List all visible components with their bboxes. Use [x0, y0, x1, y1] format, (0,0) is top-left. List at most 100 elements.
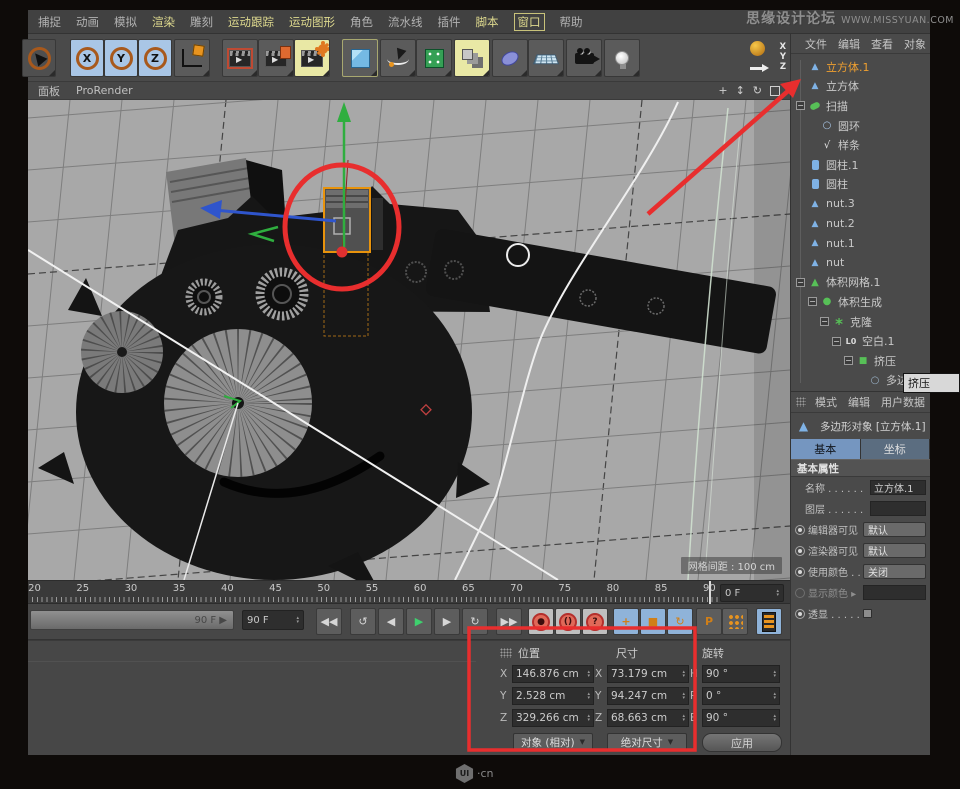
- lock-x-axis-button[interactable]: X: [70, 39, 104, 77]
- lock-y-axis-button[interactable]: Y: [104, 39, 138, 77]
- floor-button[interactable]: [528, 39, 564, 77]
- editor-visibility-radio[interactable]: [795, 525, 805, 535]
- object-tree-item[interactable]: − nut.3: [791, 194, 930, 214]
- position-z-field[interactable]: 329.266 cm▴▾: [512, 709, 594, 727]
- tab-coordinates[interactable]: 坐标: [861, 439, 931, 459]
- render-visibility-radio[interactable]: [795, 546, 805, 556]
- object-tree-item[interactable]: − nut.2: [791, 214, 930, 234]
- object-tree-item[interactable]: − 体积生成: [791, 292, 930, 312]
- use-color-radio[interactable]: [795, 567, 805, 577]
- camera-button[interactable]: [566, 39, 602, 77]
- menu-item[interactable]: 渲染: [152, 14, 175, 30]
- object-tree-item[interactable]: − 挤压: [791, 351, 930, 371]
- view-maximize-icon[interactable]: [770, 86, 780, 96]
- lock-z-axis-button[interactable]: Z: [138, 39, 172, 77]
- loop-button[interactable]: ↻: [462, 608, 488, 635]
- timeline-ruler[interactable]: 202530354045505560657075808590 0 F▴▾: [28, 580, 790, 604]
- tab-panel[interactable]: 面板: [38, 83, 60, 99]
- autokey-button[interactable]: (): [555, 608, 581, 635]
- display-color-radio[interactable]: [795, 588, 805, 598]
- expander-icon[interactable]: −: [844, 356, 853, 365]
- timeline-range-slider[interactable]: 90 F ▶: [30, 610, 234, 630]
- view-zoom-icon[interactable]: ↕: [736, 85, 745, 96]
- solo-mode-button[interactable]: [756, 608, 782, 635]
- position-y-field[interactable]: 2.528 cm▴▾: [512, 687, 594, 705]
- render-settings-button[interactable]: [294, 39, 330, 77]
- object-tree-item[interactable]: − 空白.1: [791, 331, 930, 351]
- menu-item[interactable]: 帮助: [560, 14, 583, 30]
- expander-icon[interactable]: −: [808, 297, 817, 306]
- record-rotation-button[interactable]: ↻: [667, 608, 693, 635]
- object-tree-item[interactable]: − 圆柱: [791, 175, 930, 195]
- dimension-z-field[interactable]: 68.663 cm▴▾: [607, 709, 689, 727]
- xray-radio[interactable]: [795, 609, 805, 619]
- viewport-canvas[interactable]: 网格间距 : 100 cm: [28, 100, 790, 580]
- tab-prorender[interactable]: ProRender: [76, 84, 133, 97]
- menu-item[interactable]: 动画: [76, 14, 99, 30]
- menu-item[interactable]: 角色: [350, 14, 373, 30]
- editor-visibility-dropdown[interactable]: 默认: [863, 522, 926, 537]
- object-manager-menu-item[interactable]: 编辑: [838, 36, 860, 52]
- position-x-field[interactable]: 146.876 cm▴▾: [512, 665, 594, 683]
- object-tree-item[interactable]: − 立方体.1: [791, 57, 930, 77]
- coordinate-mode-dropdown[interactable]: 对象 (相对)▼: [513, 733, 593, 751]
- rotation-h-field[interactable]: 90 °▴▾: [702, 665, 780, 683]
- expander-icon[interactable]: −: [796, 278, 805, 287]
- menu-item[interactable]: 雕刻: [190, 14, 213, 30]
- size-mode-dropdown[interactable]: 绝对尺寸▼: [607, 733, 687, 751]
- display-color-field[interactable]: [863, 585, 926, 600]
- object-tree-item[interactable]: − 样条: [791, 135, 930, 155]
- view-pan-icon[interactable]: +: [718, 85, 727, 96]
- object-tree-item[interactable]: − 克隆: [791, 312, 930, 332]
- expander-icon[interactable]: −: [820, 317, 829, 326]
- menu-item[interactable]: 流水线: [388, 14, 423, 30]
- object-manager-menu-item[interactable]: 文件: [805, 36, 827, 52]
- menu-item[interactable]: 捕捉: [38, 14, 61, 30]
- keyframe-options-button[interactable]: ?: [582, 608, 608, 635]
- panel-grip-icon[interactable]: [796, 397, 806, 407]
- subdivision-surface-button[interactable]: [416, 39, 452, 77]
- attribute-manager-menu-item[interactable]: 编辑: [848, 394, 870, 410]
- object-tree-item[interactable]: − nut.1: [791, 233, 930, 253]
- panel-grip-icon[interactable]: [500, 648, 512, 658]
- object-tree-item[interactable]: − 扫描: [791, 96, 930, 116]
- axis-gizmo-button[interactable]: XYZ: [750, 38, 786, 76]
- menu-item[interactable]: 窗口: [514, 13, 545, 31]
- go-to-start-button[interactable]: ◀◀: [316, 608, 342, 635]
- record-position-button[interactable]: +: [613, 608, 639, 635]
- light-button[interactable]: [604, 39, 640, 77]
- object-tree-item[interactable]: − 圆环: [791, 116, 930, 136]
- object-tree-item[interactable]: − 圆柱.1: [791, 155, 930, 175]
- menu-item[interactable]: 插件: [438, 14, 461, 30]
- record-parameter-button[interactable]: P: [696, 608, 722, 635]
- render-visibility-dropdown[interactable]: 默认: [863, 543, 926, 558]
- frame-spinner[interactable]: 90 F▴▾: [242, 610, 304, 630]
- previous-key-button[interactable]: ◀: [378, 608, 404, 635]
- expander-icon[interactable]: −: [832, 337, 841, 346]
- next-key-button[interactable]: ▶: [434, 608, 460, 635]
- name-field[interactable]: 立方体.1: [870, 480, 926, 495]
- record-keyframe-button[interactable]: ●: [528, 608, 554, 635]
- coordinate-system-button[interactable]: [174, 39, 210, 77]
- dimension-x-field[interactable]: 73.179 cm▴▾: [607, 665, 689, 683]
- xray-checkbox[interactable]: [863, 609, 872, 618]
- attribute-manager-menu-item[interactable]: 模式: [815, 394, 837, 410]
- object-manager-menu-item[interactable]: 查看: [871, 36, 893, 52]
- live-selection-button[interactable]: [22, 39, 56, 77]
- record-point-level-button[interactable]: [722, 608, 748, 635]
- tab-basic[interactable]: 基本: [791, 439, 861, 459]
- current-frame-spinner[interactable]: 0 F▴▾: [720, 584, 784, 602]
- object-tree-item[interactable]: − 体积网格.1: [791, 273, 930, 293]
- expander-icon[interactable]: −: [796, 101, 805, 110]
- use-color-dropdown[interactable]: 关闭: [863, 564, 926, 579]
- rotation-p-field[interactable]: 0 °▴▾: [702, 687, 780, 705]
- menu-item[interactable]: 模拟: [114, 14, 137, 30]
- rotation-b-field[interactable]: 90 °▴▾: [702, 709, 780, 727]
- object-manager-menu-item[interactable]: 对象: [904, 36, 926, 52]
- menu-item[interactable]: 脚本: [476, 14, 499, 30]
- attribute-manager-menu-item[interactable]: 用户数据: [881, 394, 925, 410]
- deformer-button[interactable]: [492, 39, 528, 77]
- layer-field[interactable]: [870, 501, 926, 516]
- play-backwards-button[interactable]: ↺: [350, 608, 376, 635]
- volume-builder-button[interactable]: [454, 39, 490, 77]
